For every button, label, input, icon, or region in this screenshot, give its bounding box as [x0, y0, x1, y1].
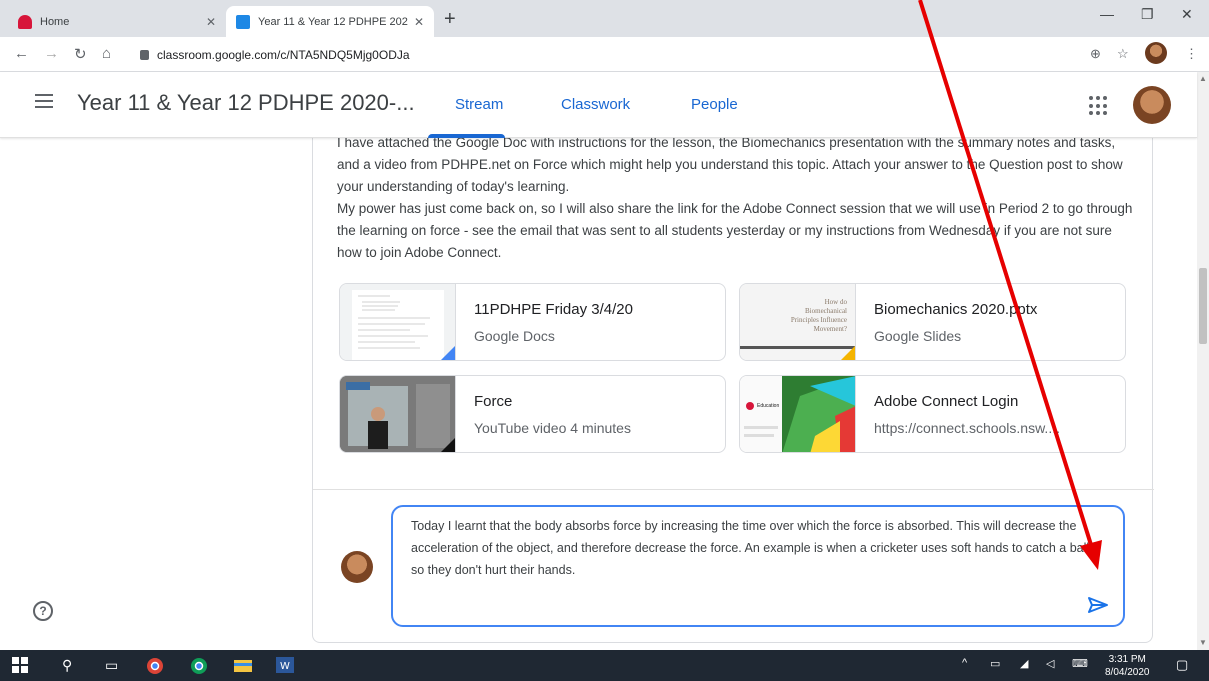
- address-bar: ← → ↻ ⌂ classroom.google.com/c/NTA5NDQ5M…: [0, 37, 1209, 72]
- comment-text: Today I learnt that the body absorbs for…: [411, 519, 1090, 577]
- commenter-avatar: [341, 551, 373, 583]
- attachment-subtitle: Google Docs: [474, 328, 555, 344]
- post-paragraph: My power has just come back on, so I wil…: [337, 201, 1133, 260]
- account-avatar[interactable]: [1133, 86, 1171, 124]
- attachment-google-slides[interactable]: How do Biomechanical Principles Influenc…: [739, 283, 1126, 361]
- nsw-logo-icon: [18, 14, 32, 29]
- slides-thumb-text: How do Biomechanical Principles Influenc…: [790, 298, 847, 333]
- attachment-title: Adobe Connect Login: [874, 393, 1019, 410]
- doc-thumbnail: [340, 284, 456, 360]
- attachment-title: Biomechanics 2020.pptx: [874, 301, 1038, 318]
- attachment-subtitle: YouTube video 4 minutes: [474, 420, 631, 436]
- file-explorer-icon[interactable]: [234, 657, 252, 675]
- reload-icon[interactable]: ↻: [74, 45, 87, 63]
- windows-start-icon[interactable]: [12, 657, 28, 675]
- video-thumbnail: [340, 376, 456, 452]
- close-tab-icon[interactable]: ✕: [206, 15, 216, 29]
- post-card: I have attached the Google Doc with inst…: [312, 135, 1154, 643]
- attachment-youtube-video[interactable]: Force YouTube video 4 minutes: [339, 375, 726, 453]
- wifi-icon[interactable]: ◢: [1020, 657, 1028, 675]
- browser-profile-avatar[interactable]: [1145, 42, 1167, 64]
- video-type-corner-icon: [439, 438, 455, 452]
- send-icon[interactable]: [1087, 596, 1109, 614]
- hamburger-menu-icon[interactable]: [35, 94, 53, 108]
- back-icon[interactable]: ←: [14, 45, 29, 62]
- slides-thumbnail: How do Biomechanical Principles Influenc…: [740, 284, 856, 360]
- post-paragraph: I have attached the Google Doc with inst…: [337, 135, 1123, 194]
- attachment-subtitle: https://connect.schools.nsw....: [874, 420, 1060, 436]
- tab-title: Home: [40, 15, 70, 28]
- close-tab-icon[interactable]: ✕: [414, 15, 424, 29]
- tab-classwork[interactable]: Classwork: [561, 96, 630, 113]
- link-thumbnail: Education: [740, 376, 856, 452]
- attachment-title: Force: [474, 393, 513, 410]
- doc-type-corner-icon: [439, 346, 455, 360]
- zoom-icon[interactable]: ⊕: [1090, 46, 1101, 62]
- task-view-icon[interactable]: ▭: [105, 657, 118, 675]
- tab-home[interactable]: Home ✕: [8, 6, 226, 37]
- keyboard-icon[interactable]: ⌨: [1072, 657, 1088, 675]
- attachment-title: 11PDHPE Friday 3/4/20: [474, 301, 633, 318]
- tab-people[interactable]: People: [691, 96, 738, 113]
- new-tab-button[interactable]: +: [444, 8, 456, 31]
- volume-icon[interactable]: ◁: [1046, 657, 1054, 675]
- tab-classroom[interactable]: Year 11 & Year 12 PDHPE 2020-2 ✕: [226, 6, 434, 37]
- chrome-profile-icon[interactable]: [190, 657, 208, 675]
- attachment-google-doc[interactable]: 11PDHPE Friday 3/4/20 Google Docs: [339, 283, 726, 361]
- browser-menu-icon[interactable]: ⋮: [1185, 46, 1198, 62]
- class-title[interactable]: Year 11 & Year 12 PDHPE 2020-...: [77, 90, 415, 116]
- help-icon[interactable]: ?: [33, 601, 53, 621]
- battery-icon[interactable]: ▭: [990, 657, 1000, 675]
- minimize-icon[interactable]: —: [1100, 6, 1114, 22]
- notifications-icon[interactable]: ▢: [1176, 657, 1188, 675]
- bookmark-star-icon[interactable]: ☆: [1117, 46, 1129, 62]
- chrome-icon[interactable]: [146, 657, 164, 675]
- windows-taskbar: ⚲ ▭ W ^ ▭ ◢ ◁ ⌨ 3:31 PM 8/04/2020 ▢: [0, 650, 1209, 681]
- attachment-subtitle: Google Slides: [874, 328, 962, 344]
- system-clock[interactable]: 3:31 PM 8/04/2020: [1105, 653, 1150, 679]
- window-close-icon[interactable]: ✕: [1181, 6, 1193, 23]
- page-scrollbar[interactable]: ▲ ▼: [1197, 72, 1209, 650]
- link-thumb-text: Education: [757, 403, 780, 409]
- show-hidden-icons-icon[interactable]: ^: [962, 657, 967, 675]
- svg-text:W: W: [280, 661, 290, 672]
- link-preview-image: [740, 376, 855, 452]
- tab-stream[interactable]: Stream: [455, 96, 503, 113]
- clock-time: 3:31 PM: [1108, 654, 1146, 665]
- scroll-up-icon[interactable]: ▲: [1199, 74, 1207, 83]
- google-apps-icon[interactable]: [1089, 96, 1109, 116]
- word-icon[interactable]: W: [276, 657, 294, 675]
- forward-icon[interactable]: →: [44, 45, 59, 62]
- scroll-thumb[interactable]: [1199, 268, 1207, 344]
- comment-divider: [313, 489, 1154, 490]
- classroom-header: Year 11 & Year 12 PDHPE 2020-... Stream …: [0, 72, 1197, 138]
- post-body: I have attached the Google Doc with inst…: [337, 132, 1137, 264]
- clock-date: 8/04/2020: [1105, 667, 1150, 678]
- lock-icon: [140, 50, 149, 60]
- home-icon[interactable]: ⌂: [102, 45, 111, 62]
- url-field[interactable]: classroom.google.com/c/NTA5NDQ5Mjg0ODJa: [140, 43, 1100, 67]
- search-icon[interactable]: ⚲: [62, 657, 72, 675]
- classroom-icon: [236, 14, 250, 29]
- attachment-adobe-connect-link[interactable]: Education Adobe Connect Login https://co…: [739, 375, 1126, 453]
- class-comment-input[interactable]: Today I learnt that the body absorbs for…: [391, 505, 1125, 627]
- scroll-down-icon[interactable]: ▼: [1199, 638, 1207, 647]
- restore-icon[interactable]: ❐: [1141, 6, 1154, 23]
- url-text: classroom.google.com/c/NTA5NDQ5Mjg0ODJa: [157, 48, 410, 62]
- tab-title: Year 11 & Year 12 PDHPE 2020-2: [258, 15, 408, 28]
- slides-type-corner-icon: [839, 346, 855, 360]
- browser-tab-bar: Home ✕ Year 11 & Year 12 PDHPE 2020-2 ✕ …: [0, 0, 1209, 37]
- active-tab-indicator: [428, 134, 505, 138]
